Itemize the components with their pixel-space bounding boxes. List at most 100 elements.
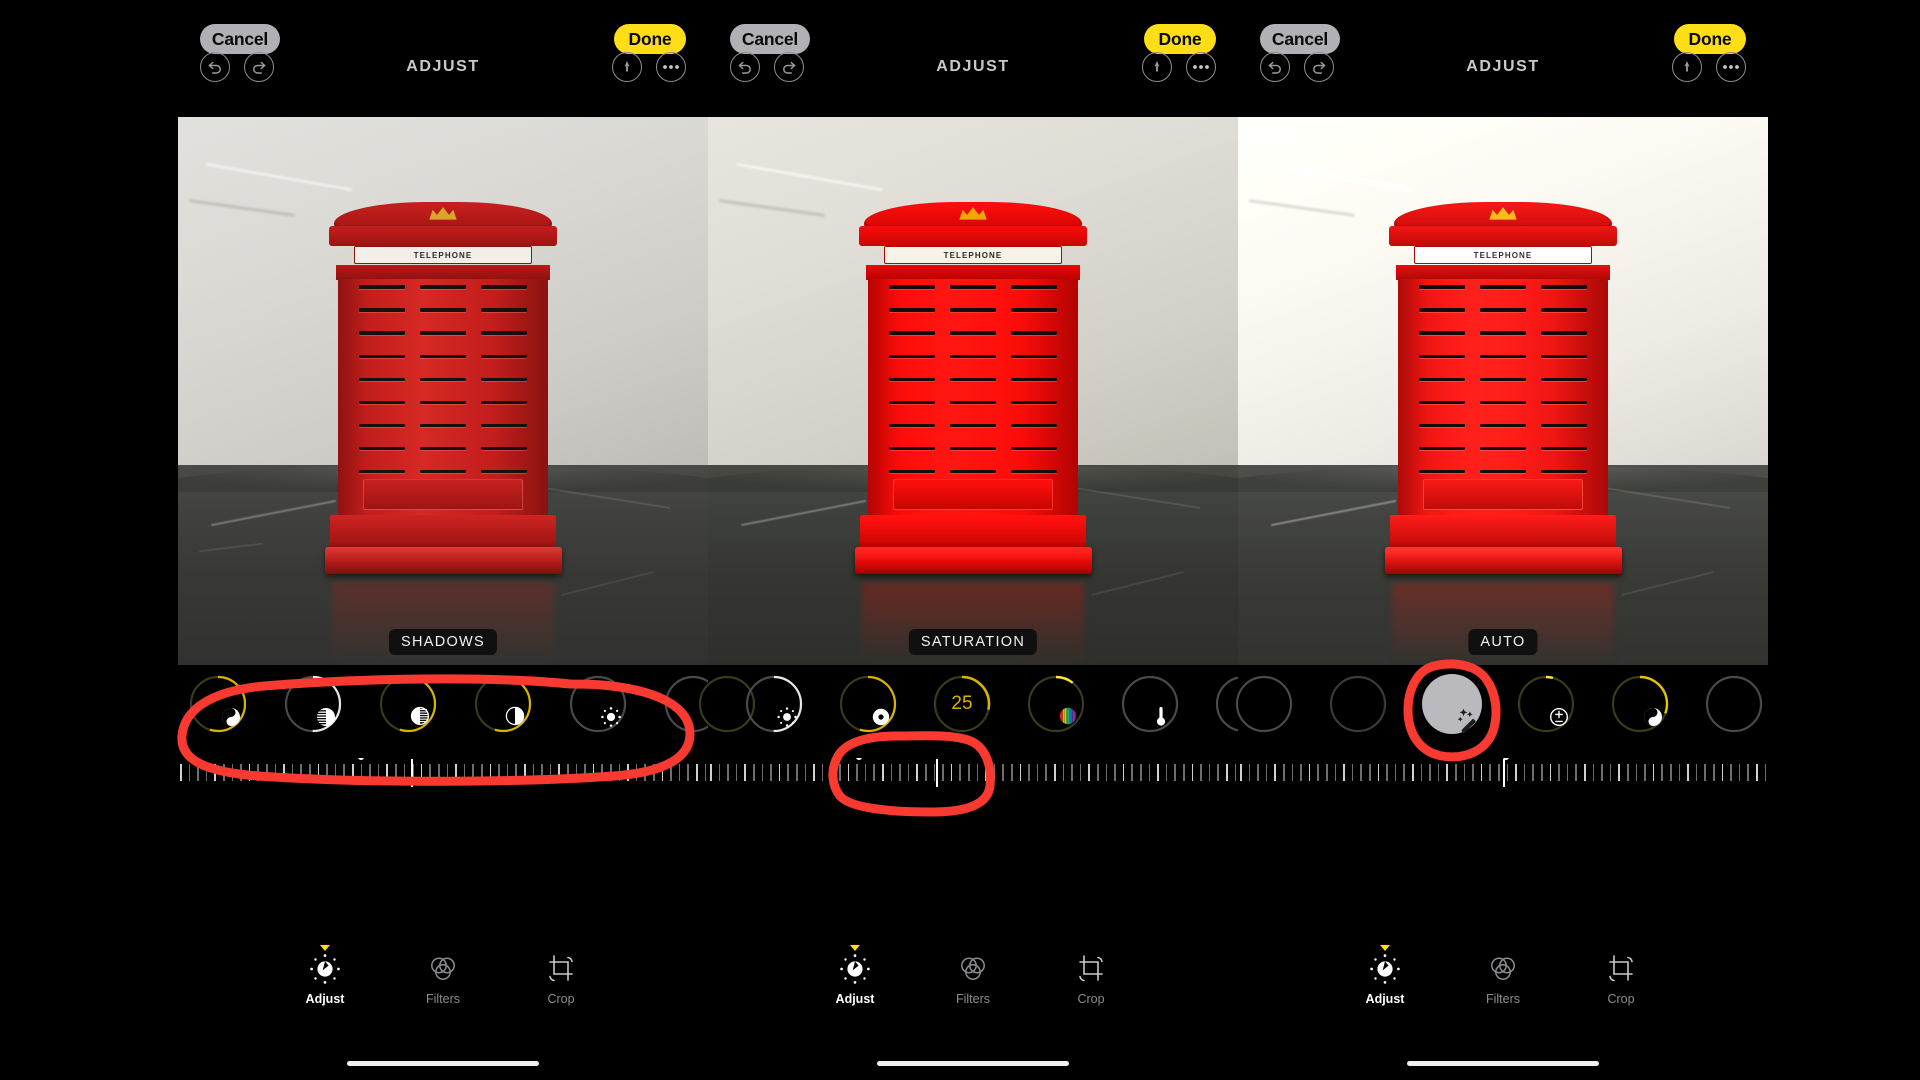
bottom-tab-bar[interactable]: Adjust Filters Crop [708,945,1238,1022]
markup-pen-icon[interactable] [612,52,642,82]
dial-shadows[interactable] [281,672,345,736]
adjustment-dial-row[interactable] [178,672,722,752]
tab-filters-label: Filters [1485,992,1521,1006]
bottom-tab-bar[interactable]: Adjust Filters Crop [178,945,708,1022]
ruler-tick [386,764,388,781]
ruler-tick [1541,764,1543,781]
tab-adjust[interactable]: Adjust [289,945,361,1022]
crop-rotate-icon [1074,952,1108,986]
ruler-tick [704,764,707,781]
ruler-tick [584,764,586,781]
adjust-dial-icon [838,952,872,986]
slider-handle[interactable] [935,759,938,787]
cancel-button[interactable]: Cancel [200,24,280,54]
tab-filters[interactable]: Filters [407,952,479,1022]
adjust-dial-icon [1368,952,1402,986]
tab-adjust[interactable]: Adjust [819,945,891,1022]
ruler-tick [830,764,832,781]
dial-exposure[interactable] [742,672,806,736]
ruler-tick [1463,764,1466,781]
ruler-tick [882,764,884,781]
ruler-tick [753,764,755,781]
dial-black-point[interactable] [566,672,630,736]
telephone-sign: TELEPHONE [354,246,532,265]
ruler-tick [326,764,328,781]
door-lower-panel [363,479,523,511]
ruler-tick [1721,764,1724,781]
slider-ruler[interactable] [178,758,708,788]
adjustment-dial-row[interactable] [1235,672,1768,752]
dial-prev-partial-2[interactable] [1326,672,1390,736]
ruler-tick [925,764,927,781]
ruler-tick [455,764,457,781]
ruler-tick [1558,764,1560,781]
ruler-tick [188,764,191,781]
done-button[interactable]: Done [614,24,686,54]
wall-crease-secondary [719,200,825,217]
slider-ruler[interactable] [708,758,1238,788]
ruler-tick [744,764,746,781]
slider-handle[interactable] [1503,759,1505,787]
dial-brilliance[interactable] [186,672,250,736]
ruler-tick [610,764,612,781]
ruler-tick [1360,764,1362,781]
crop-rotate-icon [544,952,578,986]
ruler-tick [993,764,996,781]
photo-preview[interactable]: TELEPHONE [178,117,708,665]
ruler-tick [1122,764,1125,781]
dial-saturation[interactable]: 25 [930,672,994,736]
dial-vibrance[interactable] [836,672,900,736]
slider-handle[interactable] [411,759,414,787]
dial-tint[interactable] [1118,672,1182,736]
dial-brilliance[interactable] [1608,672,1672,736]
dial-warmth[interactable] [1024,672,1088,736]
ruler-tick [1062,764,1065,781]
markup-pen-icon[interactable] [1672,52,1702,82]
tab-crop[interactable]: Crop [525,952,597,1022]
bottom-tab-bar[interactable]: Adjust Filters Crop [1238,945,1768,1022]
tab-crop-label: Crop [1607,992,1635,1006]
adjustment-dial-row[interactable]: 25 [698,672,1273,752]
ruler-tick [1455,764,1457,781]
ruler-tick [1747,764,1749,781]
tab-crop[interactable]: Crop [1585,952,1657,1022]
more-ellipsis-icon[interactable] [656,52,686,82]
photo-image: TELEPHONE [1238,117,1768,665]
cancel-button[interactable]: Cancel [1260,24,1340,54]
dial-auto[interactable] [1420,672,1484,736]
dial-brightness[interactable] [471,672,535,736]
photo-preview[interactable]: TELEPHONE [708,117,1238,665]
ruler-tick [1217,764,1219,781]
tab-adjust-label: Adjust [835,992,875,1006]
dial-exposure[interactable] [1514,672,1578,736]
ruler-tick [1234,764,1237,781]
tab-adjust-label: Adjust [305,992,345,1006]
ruler-tick [515,764,517,781]
ruler-tick [291,764,294,781]
dial-contrast[interactable] [376,672,440,736]
more-ellipsis-icon[interactable] [1186,52,1216,82]
ruler-tick [197,764,199,781]
tab-crop[interactable]: Crop [1055,952,1127,1022]
done-button[interactable]: Done [1144,24,1216,54]
tab-filters-label: Filters [955,992,991,1006]
ruler-tick [180,764,182,781]
telephone-box: TELEPHONE [324,201,562,586]
tab-filters[interactable]: Filters [1467,952,1539,1022]
ruler-tick [899,764,901,781]
crop-rotate-icon [1604,952,1638,986]
markup-pen-icon[interactable] [1142,52,1172,82]
more-ellipsis-icon[interactable] [1716,52,1746,82]
cancel-button[interactable]: Cancel [730,24,810,54]
dial-saturation-value: 25 [951,693,973,714]
tab-filters[interactable]: Filters [937,952,1009,1022]
photo-preview[interactable]: TELEPHONE [1238,117,1768,665]
done-button[interactable]: Done [1674,24,1746,54]
tab-adjust[interactable]: Adjust [1349,945,1421,1022]
box-cap [329,226,557,246]
slider-ruler[interactable] [1238,758,1768,788]
ruler-tick [1377,764,1380,781]
dial-highlights[interactable] [1702,672,1766,736]
dial-prev-partial[interactable] [1232,672,1296,736]
ruler-tick [1079,764,1082,781]
